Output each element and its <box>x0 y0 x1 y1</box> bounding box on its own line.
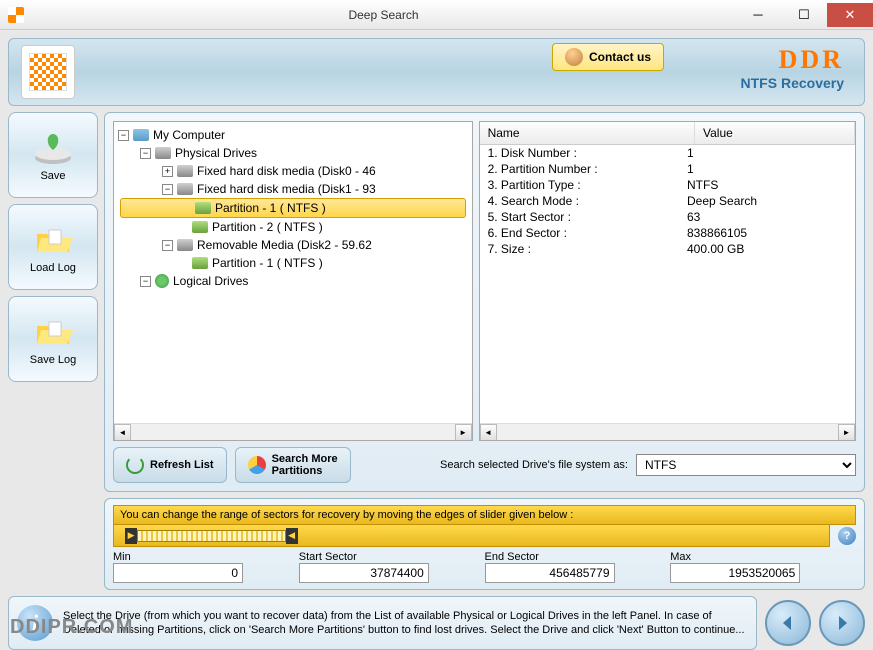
col-name[interactable]: Name <box>480 122 695 144</box>
detail-row: 2. Partition Number :1 <box>480 161 855 177</box>
pie-chart-icon <box>248 456 266 474</box>
drive-icon <box>177 165 193 177</box>
detail-row: 7. Size :400.00 GB <box>480 241 855 257</box>
slider-end-handle[interactable]: ◀ <box>286 528 298 544</box>
window-title: Deep Search <box>32 8 735 22</box>
collapse-icon[interactable]: − <box>162 184 173 195</box>
slider-range <box>137 530 285 542</box>
maximize-button[interactable]: ☐ <box>781 3 827 27</box>
collapse-icon[interactable]: − <box>140 276 151 287</box>
slider-hint: You can change the range of sectors for … <box>113 505 856 525</box>
detail-row: 3. Partition Type :NTFS <box>480 177 855 193</box>
partition-icon <box>192 221 208 233</box>
scroll-right-icon[interactable]: ► <box>455 424 472 441</box>
save-button[interactable]: Save <box>8 112 98 198</box>
details-header: Name Value <box>480 122 855 145</box>
collapse-icon[interactable]: − <box>162 240 173 251</box>
brand-name: DDR <box>741 45 844 75</box>
tree-node-disk0[interactable]: + Fixed hard disk media (Disk0 - 46 <box>118 162 468 180</box>
close-button[interactable]: ✕ <box>827 3 873 27</box>
save-label: Save <box>40 170 65 182</box>
person-icon <box>565 48 583 66</box>
contact-us-button[interactable]: Contact us <box>552 43 664 71</box>
min-label: Min <box>113 551 299 563</box>
expand-icon[interactable]: + <box>162 166 173 177</box>
tree-node-disk2[interactable]: − Removable Media (Disk2 - 59.62 <box>118 236 468 254</box>
partition-icon <box>192 257 208 269</box>
tree-node-physical[interactable]: − Physical Drives <box>118 144 468 162</box>
info-text: Select the Drive (from which you want to… <box>63 609 748 638</box>
tree-node-disk1[interactable]: − Fixed hard disk media (Disk1 - 93 <box>118 180 468 198</box>
drive-tree: − My Computer − Physical Drives + <box>113 121 473 441</box>
refresh-icon <box>126 456 144 474</box>
max-label: Max <box>670 551 856 563</box>
tree-body[interactable]: − My Computer − Physical Drives + <box>114 122 472 423</box>
end-sector-input[interactable] <box>485 563 615 583</box>
collapse-icon[interactable]: − <box>118 130 129 141</box>
help-icon[interactable]: ? <box>838 527 856 545</box>
tree-node-disk1-p2[interactable]: Partition - 2 ( NTFS ) <box>118 218 468 236</box>
slider-start-handle[interactable]: ▶ <box>125 528 137 544</box>
collapse-icon[interactable]: − <box>140 148 151 159</box>
sector-slider[interactable]: ▶ ◀ <box>113 525 830 547</box>
scroll-right-icon[interactable]: ► <box>838 424 855 441</box>
detail-row: 1. Disk Number :1 <box>480 145 855 161</box>
start-sector-label: Start Sector <box>299 551 485 563</box>
partition-icon <box>195 202 211 214</box>
titlebar: Deep Search ─ ☐ ✕ <box>0 0 873 30</box>
search-more-partitions-button[interactable]: Search More Partitions <box>235 447 351 483</box>
minimize-button[interactable]: ─ <box>735 3 781 27</box>
computer-icon <box>133 129 149 141</box>
folder-save-icon <box>31 312 75 352</box>
globe-icon <box>155 274 169 288</box>
start-sector-input[interactable] <box>299 563 429 583</box>
brand: DDR NTFS Recovery <box>741 45 844 91</box>
tree-node-computer[interactable]: − My Computer <box>118 126 468 144</box>
scroll-left-icon[interactable]: ◄ <box>114 424 131 441</box>
filesystem-select[interactable]: NTFS <box>636 454 856 476</box>
drive-icon <box>155 147 171 159</box>
logo <box>21 45 75 99</box>
end-sector-label: End Sector <box>485 551 671 563</box>
save-log-label: Save Log <box>30 354 76 366</box>
load-log-label: Load Log <box>30 262 76 274</box>
load-log-button[interactable]: Load Log <box>8 204 98 290</box>
scroll-left-icon[interactable]: ◄ <box>480 424 497 441</box>
detail-row: 6. End Sector :838866105 <box>480 225 855 241</box>
detail-row: 5. Start Sector :63 <box>480 209 855 225</box>
contact-label: Contact us <box>589 50 651 64</box>
save-icon <box>31 128 75 168</box>
sidebar: Save Load Log Save Log <box>8 112 98 492</box>
folder-open-icon <box>31 220 75 260</box>
tree-node-disk1-p1[interactable]: Partition - 1 ( NTFS ) <box>120 198 466 218</box>
max-input[interactable] <box>670 563 800 583</box>
sector-range-panel: You can change the range of sectors for … <box>104 498 865 590</box>
brand-subtitle: NTFS Recovery <box>741 75 844 91</box>
next-button[interactable] <box>819 600 865 646</box>
refresh-list-button[interactable]: Refresh List <box>113 447 227 483</box>
save-log-button[interactable]: Save Log <box>8 296 98 382</box>
watermark: DDIPR.COM <box>10 616 133 639</box>
min-input[interactable] <box>113 563 243 583</box>
details-scrollbar[interactable]: ◄ ► <box>480 423 855 440</box>
detail-row: 4. Search Mode :Deep Search <box>480 193 855 209</box>
tree-node-disk2-p1[interactable]: Partition - 1 ( NTFS ) <box>118 254 468 272</box>
app-icon <box>8 7 24 23</box>
drive-icon <box>177 239 193 251</box>
details-panel: Name Value 1. Disk Number :12. Partition… <box>479 121 856 441</box>
tree-node-logical[interactable]: − Logical Drives <box>118 272 468 290</box>
drive-icon <box>177 183 193 195</box>
header-panel: Contact us DDR NTFS Recovery <box>8 38 865 106</box>
main-panel: − My Computer − Physical Drives + <box>104 112 865 492</box>
back-button[interactable] <box>765 600 811 646</box>
col-value[interactable]: Value <box>695 122 855 144</box>
details-body: 1. Disk Number :12. Partition Number :13… <box>480 145 855 423</box>
fs-label: Search selected Drive's file system as: <box>440 459 628 471</box>
tree-scrollbar[interactable]: ◄ ► <box>114 423 472 440</box>
controls-row: Refresh List Search More Partitions Sear… <box>113 447 856 483</box>
